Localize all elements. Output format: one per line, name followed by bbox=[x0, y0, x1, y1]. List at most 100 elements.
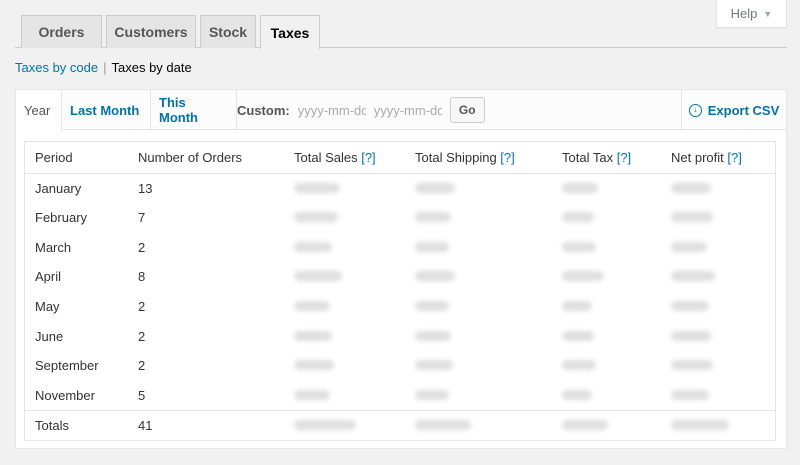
orders-cell: 2 bbox=[138, 239, 146, 255]
custom-range: Custom: Go bbox=[237, 90, 485, 130]
redacted-value bbox=[405, 381, 552, 411]
end-date-input[interactable] bbox=[373, 99, 442, 121]
tab-taxes[interactable]: Taxes bbox=[260, 15, 320, 49]
redacted-value bbox=[552, 351, 661, 381]
redacted-value bbox=[284, 203, 405, 233]
totals-label: Totals bbox=[25, 410, 128, 441]
header-number-of-orders: Number of Orders bbox=[128, 142, 284, 174]
redacted-value bbox=[405, 410, 552, 441]
redacted-value bbox=[284, 321, 405, 351]
table-row: May 2 bbox=[25, 292, 775, 322]
range-tab-label: This Month bbox=[159, 95, 198, 125]
redacted-value bbox=[552, 262, 661, 292]
tab-label: Stock bbox=[208, 24, 248, 40]
header-period: Period bbox=[25, 142, 128, 174]
range-tab-label: Last Month bbox=[70, 102, 140, 118]
export-csv-button[interactable]: ↓ Export CSV bbox=[681, 90, 786, 130]
header-label: Net profit bbox=[671, 149, 724, 165]
report-nav-tabs: Orders Customers Stock Taxes bbox=[15, 15, 787, 49]
redacted-value bbox=[552, 292, 661, 322]
table-body: January 13 February 7 March 2 April 8 May 2 June 2 S… bbox=[25, 173, 775, 411]
redacted-value bbox=[405, 173, 552, 203]
orders-cell: 2 bbox=[138, 299, 146, 315]
header-total-sales: Total Sales [?] bbox=[284, 142, 405, 174]
header-label: Total Shipping bbox=[415, 149, 497, 165]
redacted-value bbox=[552, 410, 661, 441]
redacted-value bbox=[661, 292, 775, 322]
period-cell: April bbox=[35, 269, 62, 285]
redacted-value bbox=[552, 203, 661, 233]
period-cell: June bbox=[35, 328, 64, 344]
download-icon: ↓ bbox=[688, 103, 702, 117]
period-cell: September bbox=[35, 358, 99, 374]
redacted-value bbox=[284, 173, 405, 203]
redacted-value bbox=[661, 173, 775, 203]
header-total-tax: Total Tax [?] bbox=[552, 142, 661, 174]
range-tab-last-month[interactable]: Last Month bbox=[62, 90, 151, 130]
redacted-value bbox=[552, 232, 661, 262]
table-row: September 2 bbox=[25, 351, 775, 381]
orders-cell: 8 bbox=[138, 269, 146, 285]
redacted-value bbox=[405, 203, 552, 233]
redacted-value bbox=[284, 232, 405, 262]
orders-cell: 7 bbox=[138, 210, 146, 226]
redacted-value bbox=[661, 410, 775, 441]
totals-row: Totals 41 bbox=[25, 410, 775, 441]
redacted-value bbox=[405, 292, 552, 322]
redacted-value bbox=[661, 381, 775, 411]
header-label: Total Tax bbox=[562, 149, 614, 165]
header-net-profit: Net profit [?] bbox=[661, 142, 775, 174]
redacted-value bbox=[661, 203, 775, 233]
period-cell: May bbox=[35, 299, 60, 315]
orders-cell: 5 bbox=[138, 387, 146, 403]
redacted-value bbox=[284, 410, 405, 441]
table-header-row: Period Number of Orders Total Sales [?] … bbox=[25, 142, 775, 174]
table-row: March 2 bbox=[25, 232, 775, 262]
redacted-value bbox=[661, 232, 775, 262]
taxes-by-code-link[interactable]: Taxes by code bbox=[15, 60, 98, 75]
redacted-value bbox=[405, 351, 552, 381]
taxes-by-date-table: Period Number of Orders Total Sales [?] … bbox=[25, 142, 775, 441]
help-tip-link[interactable]: [?] bbox=[361, 150, 375, 165]
redacted-value bbox=[661, 321, 775, 351]
range-tab-this-month[interactable]: This Month bbox=[151, 90, 237, 130]
redacted-value bbox=[661, 262, 775, 292]
taxes-table-container: Period Number of Orders Total Sales [?] … bbox=[24, 141, 776, 441]
redacted-value bbox=[284, 351, 405, 381]
tab-stock[interactable]: Stock bbox=[200, 15, 256, 48]
date-range-bar: Year Last Month This Month Custom: Go ↓ … bbox=[16, 90, 786, 131]
redacted-value bbox=[661, 351, 775, 381]
tab-label: Taxes bbox=[270, 24, 310, 41]
redacted-value bbox=[284, 381, 405, 411]
table-row: February 7 bbox=[25, 203, 775, 233]
period-cell: February bbox=[35, 210, 88, 226]
table-row: April 8 bbox=[25, 262, 775, 292]
totals-orders: 41 bbox=[128, 410, 284, 441]
header-total-shipping: Total Shipping [?] bbox=[405, 142, 552, 174]
tab-label: Orders bbox=[38, 24, 85, 40]
help-tip-link[interactable]: [?] bbox=[500, 150, 514, 165]
period-cell: March bbox=[35, 239, 72, 255]
orders-cell: 2 bbox=[138, 328, 146, 344]
redacted-value bbox=[552, 173, 661, 203]
tab-orders[interactable]: Orders bbox=[21, 15, 102, 48]
range-tab-label: Year bbox=[24, 103, 51, 118]
taxes-by-date-current[interactable]: Taxes by date bbox=[112, 60, 192, 75]
help-tip-link[interactable]: [?] bbox=[727, 150, 741, 165]
report-panel: Year Last Month This Month Custom: Go ↓ … bbox=[15, 89, 787, 449]
redacted-value bbox=[405, 262, 552, 292]
start-date-input[interactable] bbox=[297, 99, 366, 121]
redacted-value bbox=[405, 321, 552, 351]
sub-navigation: Taxes by code | Taxes by date bbox=[15, 60, 192, 75]
redacted-value bbox=[552, 381, 661, 411]
redacted-value bbox=[552, 321, 661, 351]
redacted-value bbox=[284, 262, 405, 292]
help-tip-link[interactable]: [?] bbox=[617, 150, 631, 165]
period-cell: November bbox=[35, 387, 95, 403]
redacted-value bbox=[284, 292, 405, 322]
tab-customers[interactable]: Customers bbox=[106, 15, 196, 48]
tab-label: Customers bbox=[114, 24, 188, 40]
table-row: November 5 bbox=[25, 381, 775, 411]
go-button[interactable]: Go bbox=[449, 97, 485, 123]
range-tab-year[interactable]: Year bbox=[16, 90, 62, 131]
